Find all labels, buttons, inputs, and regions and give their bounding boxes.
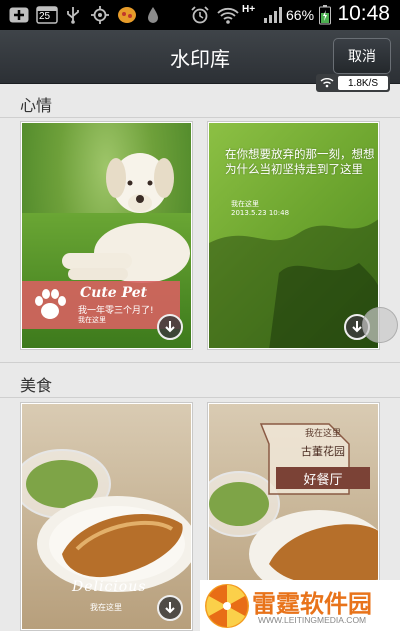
speed-value: 1.8K/S xyxy=(338,76,388,90)
status-bar: 25 H+ 66% 10:48 xyxy=(0,0,400,30)
battery-icon xyxy=(318,5,332,25)
date-badge: 25 xyxy=(39,11,51,22)
site-watermark: 雷霆软件园 WWW.LEITINGMEDIA.COM xyxy=(200,580,400,631)
date-label: 2013.5.23 10:48 xyxy=(231,209,290,217)
download-icon xyxy=(165,602,175,614)
signal-icon xyxy=(262,6,284,24)
restaurant-place: 古董花园 xyxy=(301,445,345,458)
paw-icon xyxy=(35,289,66,319)
caption-text: Delicious xyxy=(72,579,147,595)
battery-percent: 66% xyxy=(286,7,315,23)
usb-icon xyxy=(64,6,82,24)
restaurant-ribbon: 好餐厅 xyxy=(276,467,370,489)
section-title-food: 美食 xyxy=(20,376,53,395)
download-button[interactable] xyxy=(157,595,183,621)
network-type: H+ xyxy=(242,4,256,15)
brand-logo xyxy=(205,584,249,628)
clock: 10:48 xyxy=(337,2,390,25)
app-icon xyxy=(116,6,138,24)
watermark-card-delicious[interactable]: Delicious 我在这里 xyxy=(20,402,193,631)
section-title-mood: 心情 xyxy=(20,96,53,115)
add-icon xyxy=(8,6,30,24)
drop-icon xyxy=(144,6,162,24)
location-label: 我在这里 xyxy=(231,200,259,208)
scroll-handle[interactable] xyxy=(362,307,398,343)
watermark-card-grass[interactable]: 在你想要放弃的那一刻，想想为什么当初坚持走到了这里 我在这里 2013.5.23… xyxy=(207,121,380,350)
location-label: 我在这里 xyxy=(78,316,106,324)
watermark-card-cute-pet[interactable]: Cute Pet 我一年零三个月了! 我在这里 xyxy=(20,121,193,350)
section-divider xyxy=(0,362,400,363)
banner-title: Cute Pet xyxy=(80,285,148,301)
cancel-button[interactable]: 取消 xyxy=(333,38,391,74)
restaurant-subtitle: 我在这里 xyxy=(304,429,341,439)
download-button[interactable] xyxy=(157,314,183,340)
section-divider xyxy=(0,397,400,398)
gps-icon xyxy=(90,6,110,24)
download-icon xyxy=(165,321,175,333)
brand-url: WWW.LEITINGMEDIA.COM xyxy=(258,615,367,625)
network-speed-indicator: 1.8K/S xyxy=(316,74,390,92)
wifi-icon xyxy=(217,6,239,24)
restaurant-sign: 我在这里 古董花园 好餐厅 xyxy=(269,426,377,489)
alarm-icon xyxy=(190,6,210,24)
quote-text: 在你想要放弃的那一刻，想想为什么当初坚持走到了这里 xyxy=(225,147,375,176)
wifi-icon xyxy=(316,76,338,91)
section-divider xyxy=(0,117,400,118)
brand-name: 雷霆软件园 xyxy=(252,590,372,618)
location-label: 我在这里 xyxy=(90,603,122,612)
